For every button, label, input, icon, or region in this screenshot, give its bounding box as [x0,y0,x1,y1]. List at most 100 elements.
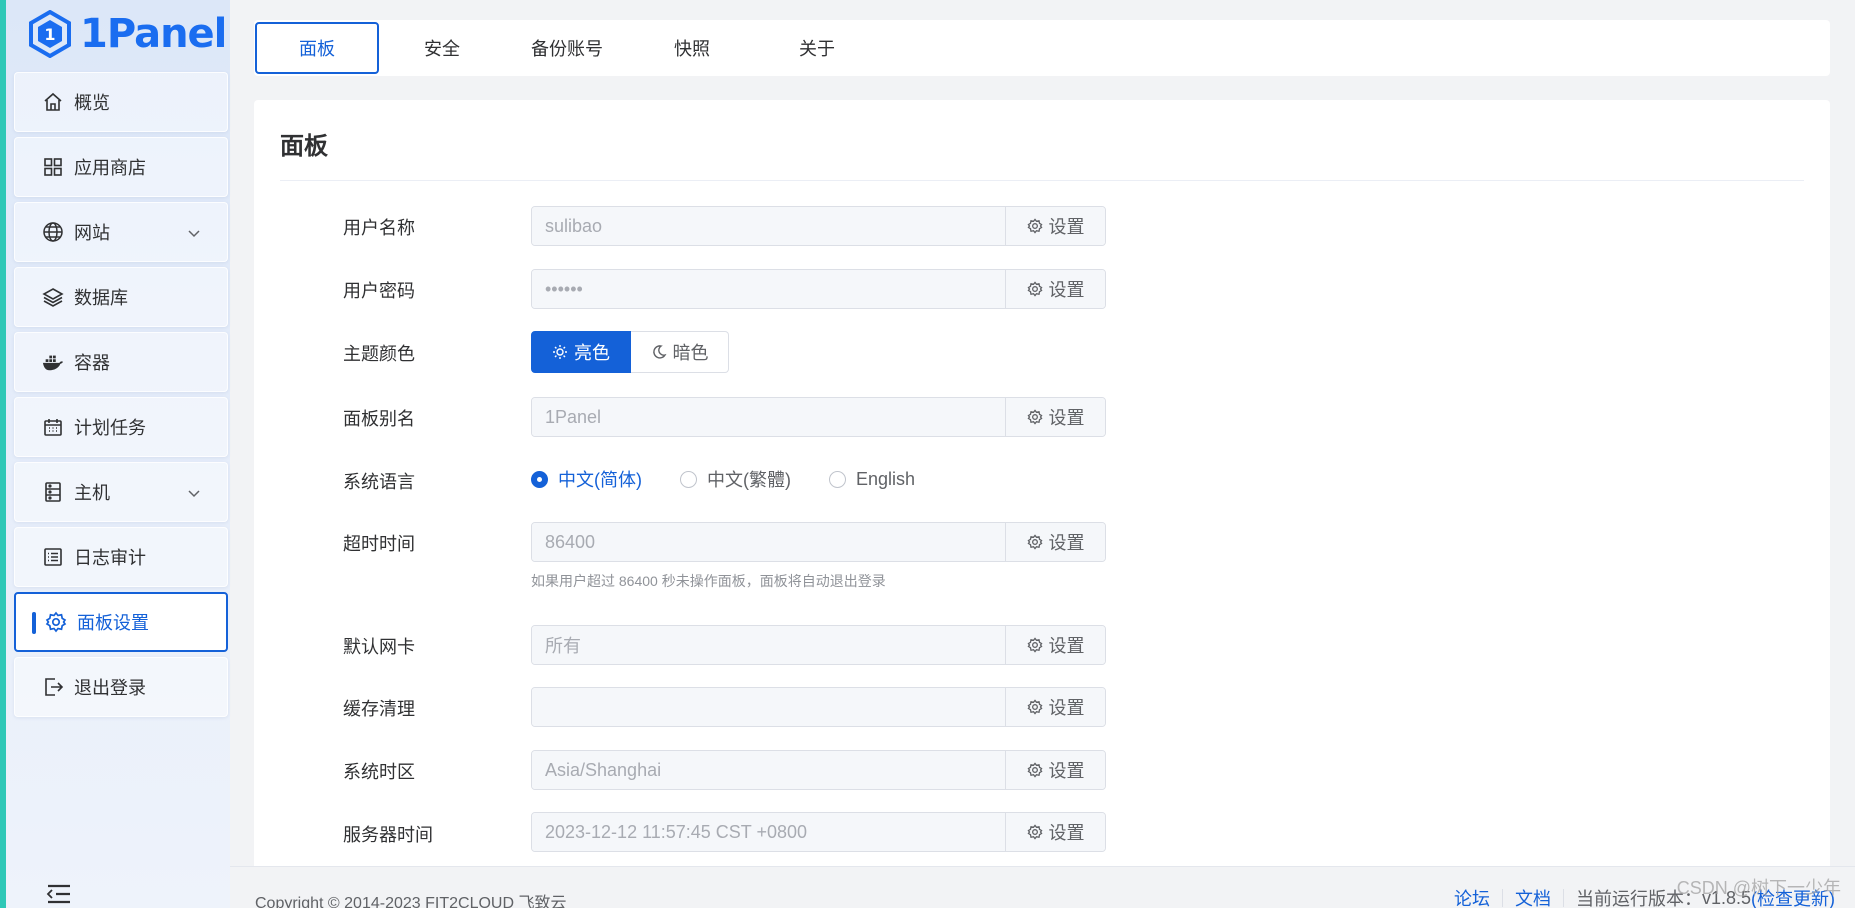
copyright-text: Copyright © 2014-2023 FIT2CLOUD 飞致云 [255,895,567,908]
timeout-set-button[interactable]: 设置 [1006,523,1105,561]
theme-light-label: 亮色 [574,343,610,363]
menu-collapse-icon[interactable] [46,884,72,908]
radio-label: 中文(简体) [558,470,642,490]
chevron-down-icon [187,484,201,505]
theme-dark-button[interactable]: 暗色 [631,331,729,373]
gear-icon [1027,762,1042,778]
set-button-label: 设置 [1048,280,1085,300]
tab-snapshot[interactable]: 快照 [630,22,754,74]
alias-set-button[interactable]: 设置 [1006,398,1105,436]
sidebar-item-container[interactable]: 容器 [14,332,228,392]
password-input[interactable]: •••••• [532,270,1006,308]
svg-text:1: 1 [44,25,55,44]
alias-field-group: 1Panel 设置 [531,397,1106,437]
sidebar-item-label: 容器 [74,353,110,373]
sidebar-item-label: 计划任务 [74,418,146,438]
sidebar-item-label: 应用商店 [74,158,146,178]
radio-checked-icon [531,470,548,488]
tab-security[interactable]: 安全 [380,22,504,74]
tab-backup-accounts[interactable]: 备份账号 [505,22,629,74]
footer: Copyright © 2014-2023 FIT2CLOUD 飞致云 论坛 文… [230,866,1855,908]
sidebar-item-host[interactable]: 主机 [14,462,228,522]
sidebar-item-logout[interactable]: 退出登录 [14,657,228,717]
language-radio-group: 中文(简体) 中文(繁體) English [531,467,953,491]
username-field-group: sulibao 设置 [531,206,1106,246]
gear-icon [1027,699,1042,715]
sidebar-item-database[interactable]: 数据库 [14,267,228,327]
timezone-label: 系统时区 [343,762,415,782]
card-title: 面板 [280,133,328,160]
set-button-label: 设置 [1048,823,1085,843]
active-indicator [32,612,36,634]
tab-panel[interactable]: 面板 [255,22,379,74]
cache-label: 缓存清理 [343,699,415,719]
password-set-button[interactable]: 设置 [1006,270,1105,308]
theme-toggle-group: 亮色 暗色 [531,331,729,373]
docker-icon [42,351,64,373]
sidebar-item-panel-settings[interactable]: 面板设置 [14,592,228,652]
gear-icon [1027,534,1042,550]
language-label: 系统语言 [343,472,415,492]
gear-icon [1027,637,1042,653]
username-set-button[interactable]: 设置 [1006,207,1105,245]
sidebar-item-label: 概览 [74,93,110,113]
sidebar-item-log-audit[interactable]: 日志审计 [14,527,228,587]
settings-tabs: 面板 安全 备份账号 快照 关于 [254,20,1830,76]
cache-input[interactable] [532,688,1006,726]
cache-set-button[interactable]: 设置 [1006,688,1105,726]
nic-set-button[interactable]: 设置 [1006,626,1105,664]
nic-field-group: 所有 设置 [531,625,1106,665]
username-input[interactable]: sulibao [532,207,1006,245]
sidebar-item-label: 主机 [74,483,110,503]
sidebar-item-website[interactable]: 网站 [14,202,228,262]
radio-label: English [856,468,916,489]
timezone-field-group: Asia/Shanghai 设置 [531,750,1106,790]
app-logo[interactable]: 1 1Panel [28,6,227,62]
logout-icon [42,676,64,698]
alias-input[interactable]: 1Panel [532,398,1006,436]
sidebar-item-app-store[interactable]: 应用商店 [14,137,228,197]
username-label: 用户名称 [343,218,415,238]
timeout-input[interactable]: 86400 [532,523,1006,561]
sidebar-item-label: 面板设置 [77,613,149,633]
set-button-label: 设置 [1048,408,1085,428]
theme-label: 主题颜色 [343,344,415,364]
timezone-input[interactable]: Asia/Shanghai [532,751,1006,789]
server-time-label: 服务器时间 [343,825,433,845]
server-time-set-button[interactable]: 设置 [1006,813,1105,851]
server-time-input[interactable]: 2023-12-12 11:57:45 CST +0800 [532,813,1006,851]
cache-field-group: 设置 [531,687,1106,727]
password-label: 用户密码 [343,281,415,301]
timezone-set-button[interactable]: 设置 [1006,751,1105,789]
language-option-zh-tw[interactable]: 中文(繁體) [680,466,791,492]
set-button-label: 设置 [1048,636,1085,656]
language-option-en[interactable]: English [829,469,915,490]
set-button-label: 设置 [1048,761,1085,781]
gear-icon [1027,218,1042,234]
theme-light-button[interactable]: 亮色 [531,331,631,373]
docs-link[interactable]: 文档 [1503,885,1563,908]
chevron-down-icon [187,224,201,245]
gear-icon [1027,824,1042,840]
radio-unchecked-icon [829,470,846,488]
tab-about[interactable]: 关于 [755,22,879,74]
panel-settings-card: 面板 用户名称 sulibao 设置 用户密码 •••••• 设置 主题颜色 亮… [254,100,1830,880]
logo-text: 1Panel [80,11,227,57]
sidebar-item-label: 退出登录 [74,678,146,698]
grid-icon [42,156,64,178]
sidebar-item-overview[interactable]: 概览 [14,72,228,132]
gear-icon [45,611,67,633]
sidebar-item-label: 数据库 [74,288,128,308]
forum-link[interactable]: 论坛 [1442,885,1502,908]
timeout-field-group: 86400 设置 [531,522,1106,562]
sidebar-item-cron[interactable]: 计划任务 [14,397,228,457]
set-button-label: 设置 [1048,698,1085,718]
server-icon [42,481,64,503]
nic-input[interactable]: 所有 [532,626,1006,664]
radio-unchecked-icon [680,470,697,488]
language-option-zh-cn[interactable]: 中文(简体) [531,466,642,492]
watermark: CSDN @树下一少年 [1676,878,1841,898]
server-time-field-group: 2023-12-12 11:57:45 CST +0800 设置 [531,812,1106,852]
log-icon [42,546,64,568]
nic-label: 默认网卡 [343,637,415,657]
